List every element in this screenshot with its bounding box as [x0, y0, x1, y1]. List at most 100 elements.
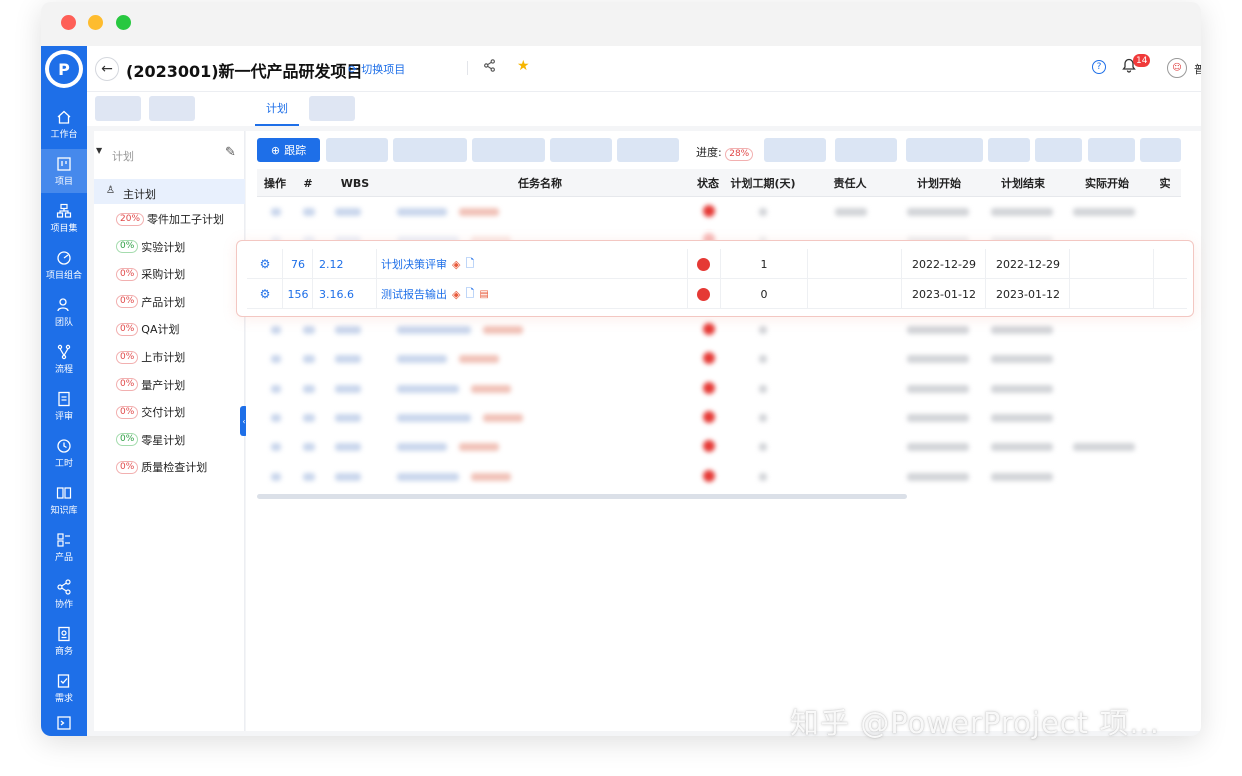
toolbar-button-placeholder[interactable]: [1035, 138, 1082, 162]
share-icon[interactable]: [483, 59, 496, 76]
project-header: ← (2023001)新一代产品研发项目 ⟳ 切换项目 ★ ? 14 ☺ 普明: [87, 46, 1201, 92]
settings-gear-icon[interactable]: ⚙: [260, 257, 271, 271]
app-logo[interactable]: P: [45, 50, 83, 88]
table-row[interactable]: [257, 404, 1181, 432]
nav-item-7[interactable]: 评审: [41, 384, 87, 428]
document-icon[interactable]: 🗋: [465, 285, 474, 304]
share-icon: [57, 578, 71, 595]
help-icon[interactable]: ?: [1092, 60, 1106, 74]
tab-placeholder[interactable]: [95, 96, 141, 121]
terminal-icon[interactable]: [41, 701, 87, 736]
nav-item-10[interactable]: 产品: [41, 525, 87, 569]
nav-item-2[interactable]: 项目: [41, 149, 87, 193]
tab-placeholder[interactable]: [309, 96, 355, 121]
toolbar-button-placeholder[interactable]: [550, 138, 612, 162]
table-row[interactable]: [257, 345, 1181, 373]
deliverable-sheet-icon[interactable]: ▤: [479, 289, 488, 300]
toolbar-button-placeholder[interactable]: [1140, 138, 1181, 162]
plan-tree-item[interactable]: 0% 零星计划: [116, 430, 185, 450]
toolbar-button-placeholder[interactable]: [326, 138, 388, 162]
col-header-actual-start[interactable]: 实际开始: [1065, 169, 1149, 197]
nav-item-3[interactable]: 项目集: [41, 196, 87, 240]
toolbar-button-placeholder[interactable]: [393, 138, 467, 162]
horizontal-scrollbar[interactable]: [257, 494, 907, 499]
maximize-window-button[interactable]: [116, 15, 131, 30]
col-header-task-name[interactable]: 任务名称: [387, 169, 693, 197]
edit-icon[interactable]: ✎: [225, 145, 236, 160]
favorite-star-icon[interactable]: ★: [517, 58, 530, 74]
toolbar-button-placeholder[interactable]: [617, 138, 679, 162]
col-header-owner[interactable]: 责任人: [803, 169, 897, 197]
tab-plan[interactable]: 计划: [255, 92, 299, 126]
table-row[interactable]: [257, 433, 1181, 461]
col-header-duration[interactable]: 计划工期(天): [723, 169, 803, 197]
target-icon: ⊕: [270, 143, 281, 157]
table-row-highlighted[interactable]: ⚙ 156 3.16.6 测试报告输出 ◈ 🗋 ▤ 0 2023-01-12 2023-01-12: [247, 279, 1187, 309]
switch-project-label: 切换项目: [361, 63, 406, 76]
minimize-window-button[interactable]: [88, 15, 103, 30]
table-row[interactable]: [257, 316, 1181, 344]
table-row[interactable]: [257, 463, 1181, 491]
col-header-wbs[interactable]: WBS: [323, 169, 387, 197]
row-number: 156: [287, 287, 309, 301]
plan-tree-title: 计划: [112, 150, 134, 163]
product-icon: [57, 532, 70, 547]
toolbar-button-placeholder[interactable]: [472, 138, 545, 162]
close-window-button[interactable]: [61, 15, 76, 30]
col-header-action[interactable]: 操作: [257, 169, 293, 197]
caret-down-icon[interactable]: ▼: [96, 146, 102, 155]
nav-item-9[interactable]: 知识库: [41, 478, 87, 522]
plan-tree-item-label: 零星计划: [141, 433, 186, 447]
tab-placeholder[interactable]: [149, 96, 195, 121]
plan-tree-item[interactable]: 0% 上市计划: [116, 347, 185, 367]
track-button[interactable]: ⊕ 跟踪: [257, 138, 320, 162]
plan-progress-badge: 0%: [116, 267, 139, 281]
requirement-icon: [57, 673, 70, 688]
table-row[interactable]: [257, 198, 1181, 226]
toolbar-button-placeholder[interactable]: [764, 138, 826, 162]
plan-tree-item-label: 上市计划: [141, 351, 186, 364]
nav-item-12[interactable]: 商务: [41, 619, 87, 663]
table-row-highlighted[interactable]: ⚙ 76 2.12 计划决策评审 ◈ 🗋 1 2022-12-29 2022-12-29: [247, 249, 1187, 279]
col-header-plan-start[interactable]: 计划开始: [897, 169, 981, 197]
toolbar-button-placeholder[interactable]: [835, 138, 897, 162]
plan-tree-item[interactable]: 0% 质量检查计划: [116, 457, 207, 477]
document-icon[interactable]: 🗋: [465, 255, 474, 274]
avatar[interactable]: ☺: [1167, 58, 1187, 78]
col-header-actual-more[interactable]: 实: [1149, 169, 1181, 197]
book-icon: [56, 486, 72, 499]
plan-tree-item[interactable]: 0% 量产计划: [116, 375, 185, 395]
settings-gear-icon[interactable]: ⚙: [260, 287, 271, 301]
col-header-status[interactable]: 状态: [693, 169, 723, 197]
milestone-diamond-icon[interactable]: ◈: [452, 288, 460, 301]
nav-item-6[interactable]: 流程: [41, 337, 87, 381]
nav-item-11[interactable]: 协作: [41, 572, 87, 616]
back-button[interactable]: ←: [95, 57, 119, 81]
milestone-diamond-icon[interactable]: ◈: [452, 258, 460, 271]
window-titlebar: [41, 2, 1201, 46]
task-name-link[interactable]: 计划决策评审: [381, 256, 447, 272]
table-row[interactable]: [257, 375, 1181, 403]
nav-item-5[interactable]: 团队: [41, 290, 87, 334]
user-name[interactable]: 普明: [1194, 61, 1201, 77]
col-header-plan-end[interactable]: 计划结束: [981, 169, 1065, 197]
plan-tree-item[interactable]: 0% 交付计划: [116, 402, 185, 422]
nav-item-8[interactable]: 工时: [41, 431, 87, 475]
progress-indicator: 进度: 28%: [696, 144, 756, 161]
plan-tree-item[interactable]: 20% 零件加工子计划: [116, 209, 224, 229]
toolbar-button-placeholder[interactable]: [988, 138, 1030, 162]
main-plan-item[interactable]: ♙ 主计划: [94, 179, 245, 204]
switch-project-button[interactable]: ⟳ 切换项目: [348, 61, 405, 77]
plan-tree-item[interactable]: 0% 产品计划: [116, 292, 185, 312]
nav-item-4[interactable]: 项目组合: [41, 243, 87, 287]
plan-tree-item-label: 质量检查计划: [141, 461, 208, 475]
toolbar-button-placeholder[interactable]: [906, 138, 983, 162]
col-header-num[interactable]: #: [293, 169, 323, 197]
plan-tree-item[interactable]: 0% 采购计划: [116, 264, 185, 284]
plan-tree-item[interactable]: 0% QA计划: [116, 319, 179, 339]
plan-tree-header[interactable]: ▼ 计划 ✎: [94, 144, 245, 166]
task-name-link[interactable]: 测试报告输出: [381, 286, 447, 302]
toolbar-button-placeholder[interactable]: [1088, 138, 1135, 162]
plan-tree-item[interactable]: 0% 实验计划: [116, 237, 185, 257]
nav-item-1[interactable]: 工作台: [41, 102, 87, 146]
